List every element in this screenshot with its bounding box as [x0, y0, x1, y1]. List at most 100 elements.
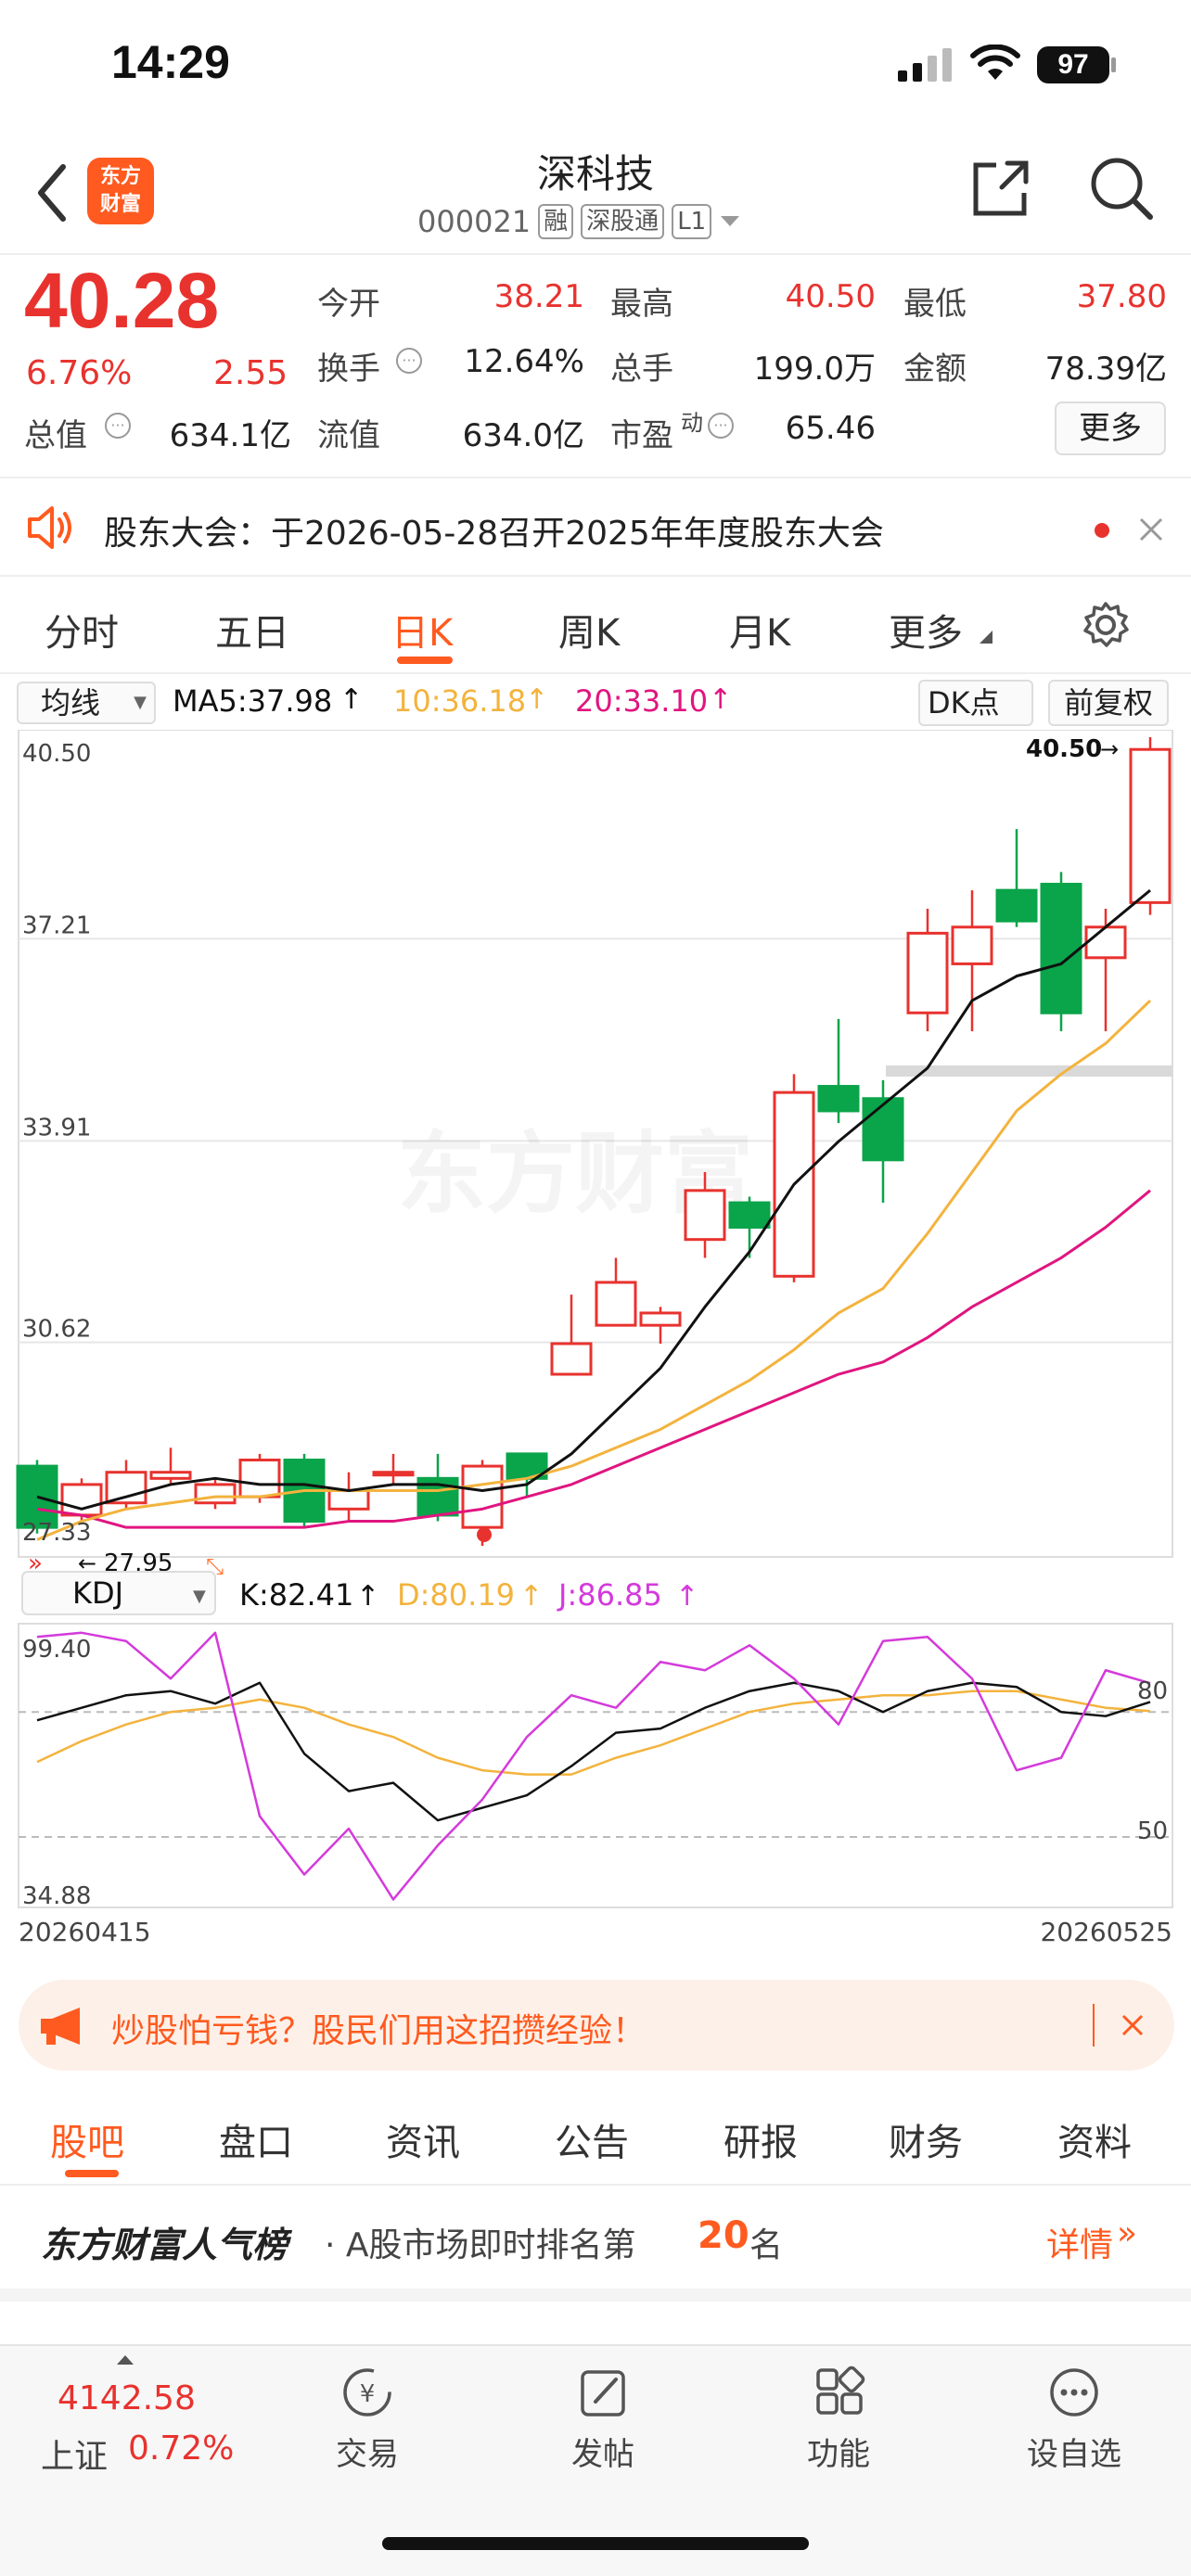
svg-text:···: ···: [110, 416, 124, 434]
content-tabs: 股吧 盘口 资讯 公告 研报 财务 资料: [0, 2088, 1191, 2186]
rank-prefix: · A股市场即时排名第: [325, 2226, 636, 2264]
ma-selector[interactable]: 均线 ▼: [17, 682, 156, 724]
unread-dot: [1095, 523, 1109, 538]
info-icon[interactable]: ···: [393, 345, 425, 376]
tab-research[interactable]: 研报: [724, 2112, 798, 2166]
svg-text:¥: ¥: [360, 2380, 376, 2408]
settings-gear-icon[interactable]: [1082, 601, 1130, 649]
dropdown-caret-icon: [721, 216, 740, 226]
ma20-line: [36, 1189, 1151, 1529]
home-indicator: [382, 2537, 809, 2550]
y-axis-label: 33.91: [22, 1114, 91, 1141]
search-icon[interactable]: [1087, 154, 1156, 223]
candle-body: [1084, 925, 1127, 960]
close-icon[interactable]: [1121, 2013, 1145, 2037]
add-watchlist-button[interactable]: 设自选: [1000, 2365, 1148, 2474]
candle-body: [550, 1342, 593, 1376]
candle-body: [60, 1483, 103, 1517]
tab-monthly-k[interactable]: 月K: [729, 603, 790, 657]
change-amount: 2.55: [213, 354, 288, 392]
rank-number: 20: [698, 2214, 749, 2257]
megaphone-icon: [41, 2008, 80, 2045]
high-marker: 40.50: [1026, 735, 1102, 763]
tab-more[interactable]: 更多: [889, 603, 963, 657]
open-value: 38.21: [493, 278, 584, 315]
kdj-line-80-label: 80: [1137, 1677, 1168, 1705]
adjust-button[interactable]: 前复权: [1048, 680, 1169, 726]
up-arrow-icon: ↑: [525, 683, 549, 716]
trade-label: 交易: [336, 2436, 399, 2473]
low-label: 最低: [903, 286, 967, 323]
tab-five-day[interactable]: 五日: [215, 603, 289, 657]
dk-signal-dot[interactable]: [477, 1527, 492, 1542]
float-value: 634.0亿: [462, 417, 584, 454]
svg-text:···: ···: [713, 416, 727, 434]
ma5-label: MA5:37.98: [173, 683, 333, 719]
functions-button[interactable]: 功能: [764, 2365, 913, 2474]
dk-point-button[interactable]: DK点: [918, 680, 1033, 726]
kline-chart-area[interactable]: 均线 ▼ MA5:37.98 ↑ 10:36.18 ↑ 20:33.10 ↑ D…: [0, 674, 1191, 1958]
index-change: 0.72%: [128, 2429, 235, 2468]
j-label: J:86.85: [557, 1577, 662, 1613]
amount-label: 金额: [903, 351, 967, 388]
pe-label: 市盈: [610, 417, 673, 454]
tab-news[interactable]: 资讯: [386, 2112, 460, 2166]
tab-profile[interactable]: 资料: [1057, 2112, 1132, 2166]
more-quote-button[interactable]: 更多: [1055, 402, 1166, 455]
ma20-label: 20:33.10: [575, 683, 709, 719]
index-value[interactable]: 4142.58: [58, 2379, 196, 2417]
pe-superscript: 动: [681, 410, 703, 436]
candle-body: [906, 931, 949, 1014]
pe-value: 65.46: [785, 410, 876, 447]
up-arrow-icon: ↑: [709, 683, 733, 716]
battery-tip: [1111, 57, 1116, 72]
popularity-rank-row[interactable]: 东方财富人气榜 · A股市场即时排名第 20 名 详情 »: [0, 2187, 1191, 2287]
tab-announcements[interactable]: 公告: [555, 2112, 629, 2166]
candle-body: [1040, 883, 1082, 1014]
info-icon[interactable]: ···: [102, 410, 134, 441]
post-button[interactable]: 发帖: [529, 2365, 677, 2474]
candle-body: [728, 1201, 771, 1229]
section-divider: [0, 2289, 1191, 2302]
tab-daily-k[interactable]: 日K: [391, 603, 453, 657]
d-label: D:80.19: [397, 1577, 515, 1613]
candle-body: [149, 1471, 192, 1480]
y-axis-label: 27.33: [22, 1519, 91, 1547]
active-tab-indicator: [397, 657, 453, 664]
arrow-right-icon: →: [1100, 736, 1119, 762]
last-price: 40.28: [24, 257, 220, 344]
tab-pankou[interactable]: 盘口: [219, 2112, 293, 2166]
promo-banner[interactable]: 炒股怕亏钱？股民们用这招攒经验！: [19, 1980, 1174, 2071]
candle-body: [639, 1311, 682, 1327]
notice-text: 股东大会：于2026-05-28召开2025年年度股东大会: [104, 515, 884, 553]
candle-body: [995, 888, 1038, 923]
share-icon[interactable]: [968, 156, 1033, 221]
up-arrow-icon: ↑: [519, 1580, 543, 1613]
stock-code-line[interactable]: 000021 融 深股通 L1: [417, 204, 741, 239]
up-arrow-icon: ↑: [356, 1580, 379, 1613]
tab-guba[interactable]: 股吧: [50, 2112, 124, 2166]
quote-panel: 40.28 6.76% 2.55 今开 38.21 最高 40.50 最低 37…: [0, 257, 1191, 478]
caret-up-icon: [117, 2355, 134, 2365]
candle-body: [372, 1471, 415, 1477]
high-value: 40.50: [785, 278, 876, 315]
trade-button[interactable]: ¥ 交易: [293, 2365, 442, 2474]
tab-finance[interactable]: 财务: [889, 2112, 963, 2166]
functions-label: 功能: [807, 2436, 870, 2473]
tab-weekly-k[interactable]: 周K: [558, 603, 620, 657]
candle-body: [951, 925, 993, 965]
kline-chart[interactable]: 东方财富 40.5037.2133.9130.6227.33 40.50 → 2…: [0, 730, 1191, 1958]
amount-value: 78.39亿: [1044, 351, 1167, 388]
kdj-y-top: 99.40: [22, 1636, 91, 1664]
tab-intraday[interactable]: 分时: [45, 603, 119, 657]
up-arrow-icon: ↑: [339, 683, 364, 716]
close-icon[interactable]: [1137, 516, 1165, 543]
banner-text: 炒股怕亏钱？股民们用这招攒经验！: [111, 2012, 647, 2050]
rank-detail-link[interactable]: 详情: [1046, 2218, 1113, 2266]
info-icon[interactable]: ···: [705, 410, 736, 441]
candle-body: [1129, 747, 1172, 904]
notice-bar[interactable]: 股东大会：于2026-05-28召开2025年年度股东大会: [0, 478, 1191, 577]
k-label: K:82.41: [239, 1577, 353, 1613]
margin-tag: 融: [538, 204, 574, 239]
candle-body: [238, 1458, 281, 1498]
